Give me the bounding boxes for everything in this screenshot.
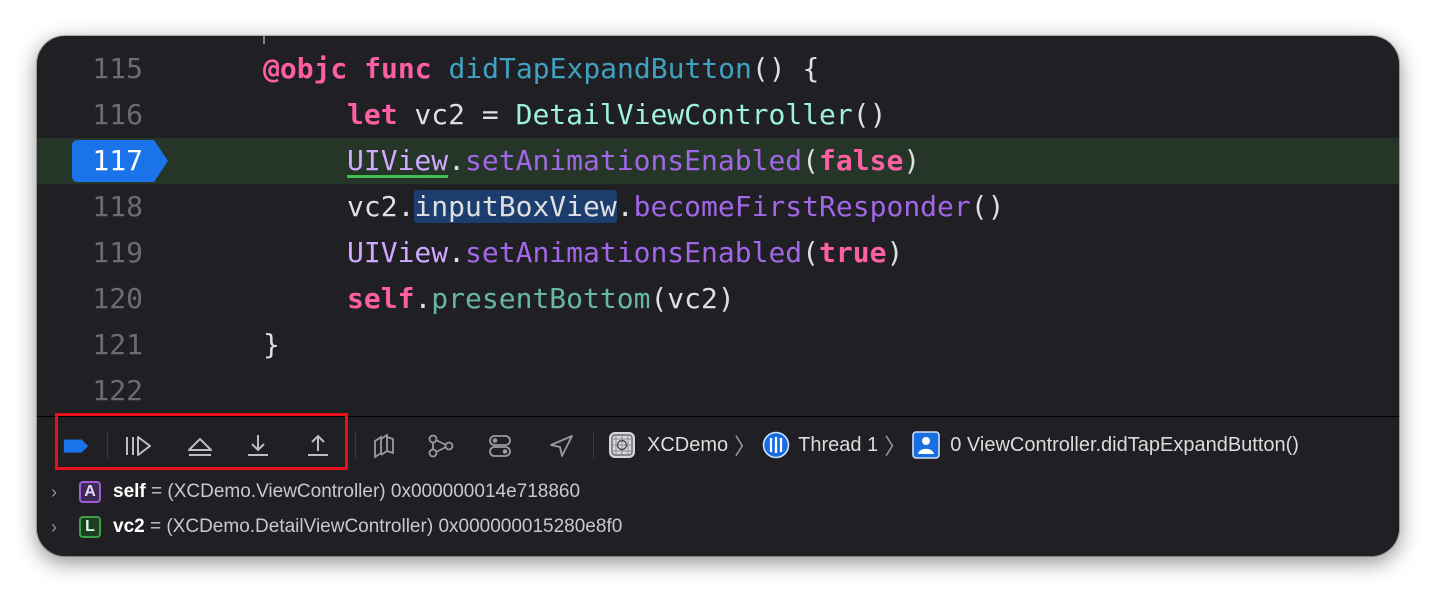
code-line[interactable]: 121} (37, 322, 1399, 368)
code-token: . (616, 190, 634, 223)
variable-type: = (XCDemo.DetailViewController) (144, 516, 439, 537)
line-number[interactable]: 115 (37, 46, 143, 92)
line-number[interactable]: 116 (37, 92, 143, 138)
line-number[interactable]: 121 (37, 322, 143, 368)
line-number[interactable]: 120 (37, 276, 143, 322)
source-editor[interactable]: 115 @objc func didTapExpandButton() { 116 l… (37, 36, 1399, 416)
app-icon (607, 430, 637, 460)
code-token: @objc (263, 52, 348, 85)
code-token: true (819, 236, 887, 269)
thread-icon (762, 431, 790, 459)
code-token: ( (802, 236, 820, 269)
code-text[interactable]: @objc func didTapExpandButton() { (263, 46, 819, 92)
code-token: () { (751, 52, 820, 85)
variable-kind-badge: L (79, 516, 101, 538)
code-token: () (970, 190, 1005, 223)
variable-description: self = (XCDemo.ViewController) 0x0000000… (113, 481, 580, 503)
line-number[interactable]: 117 (37, 138, 143, 184)
code-text[interactable]: let vc2 = DetailViewController() (347, 92, 886, 138)
code-token: ) (903, 144, 921, 177)
code-token: ) (886, 236, 904, 269)
stack-frame-icon (912, 431, 941, 459)
code-line[interactable]: 119 UIView.setAnimationsEnabled(true) (37, 230, 1399, 276)
location-icon (550, 435, 573, 457)
code-token: . (414, 282, 432, 315)
code-token: let (347, 98, 398, 131)
view-hierarchy-icon (374, 433, 394, 459)
toolbar-separator (355, 431, 356, 459)
code-text[interactable]: UIView.setAnimationsEnabled(false) (347, 138, 920, 184)
code-token: (vc2) (650, 282, 735, 315)
code-token: DetailViewController (515, 98, 853, 131)
indent-guide (263, 36, 265, 44)
variable-address: 0x000000015280e8f0 (438, 516, 623, 537)
line-number[interactable]: 118 (37, 184, 143, 230)
code-token: vc2 = (397, 98, 516, 131)
code-token: . (448, 144, 466, 177)
code-text[interactable]: UIView.setAnimationsEnabled(true) (347, 230, 903, 276)
chevron-right-icon: 〉 (734, 434, 757, 459)
disclosure-triangle-icon[interactable]: › (51, 482, 57, 503)
code-line[interactable]: 118 vc2.inputBoxView.becomeFirstResponder… (37, 184, 1399, 230)
variable-type: = (XCDemo.ViewController) (145, 481, 391, 502)
environment-overrides-icon (489, 435, 511, 457)
breadcrumb-thread[interactable]: Thread 1 (798, 434, 878, 457)
code-token: setAnimationsEnabled (465, 144, 803, 177)
code-text[interactable]: } (263, 322, 280, 368)
variable-row[interactable]: › Lvc2 = (XCDemo.DetailViewController) 0x… (37, 510, 1399, 544)
code-token: becomeFirstResponder (633, 190, 971, 223)
code-token: false (819, 144, 904, 177)
code-token: } (263, 328, 280, 361)
code-line[interactable]: 116 let vc2 = DetailViewController() (37, 92, 1399, 138)
simulate-location-button[interactable] (546, 431, 576, 461)
code-token: setAnimationsEnabled (465, 236, 803, 269)
current-code-line[interactable]: 117 UIView.setAnimationsEnabled(false) (37, 138, 1399, 184)
code-token: self (347, 282, 415, 315)
code-line[interactable]: 122 (37, 368, 1399, 414)
disclosure-triangle-icon[interactable]: › (51, 517, 57, 538)
code-token: ( (802, 144, 820, 177)
variable-name: self (113, 481, 146, 502)
breadcrumb-target[interactable]: XCDemo (647, 434, 728, 457)
code-token: UIView (347, 144, 449, 177)
variable-kind-badge: A (79, 481, 101, 503)
line-number[interactable]: 122 (37, 368, 143, 414)
chevron-right-icon: 〉 (884, 434, 907, 459)
variable-name: vc2 (113, 516, 145, 537)
code-token: inputBoxView (414, 190, 617, 223)
debug-view-hierarchy-button[interactable] (368, 431, 398, 461)
toolbar-separator (593, 431, 594, 459)
code-text[interactable]: vc2.inputBoxView.becomeFirstResponder() (347, 184, 1004, 230)
code-token: func (364, 52, 432, 85)
highlight-box (55, 413, 348, 470)
code-text[interactable]: self.presentBottom(vc2) (347, 276, 735, 322)
code-token: didTapExpandButton (448, 52, 752, 85)
variable-row[interactable]: › Aself = (XCDemo.ViewController) 0x00000… (37, 475, 1399, 509)
variables-view: › Aself = (XCDemo.ViewController) 0x00000… (37, 473, 1399, 556)
memory-graph-icon (428, 434, 454, 458)
environment-overrides-button[interactable] (485, 431, 515, 461)
code-line[interactable]: 115 @objc func didTapExpandButton() { (37, 46, 1399, 92)
line-number[interactable]: 119 (37, 230, 143, 276)
breadcrumb: XCDemo 〉 Thread 1 〉 0 ViewController.did… (607, 417, 1299, 473)
variable-address: 0x000000014e718860 (390, 481, 581, 502)
code-token: UIView (347, 236, 449, 269)
code-token: presentBottom (431, 282, 651, 315)
code-token: () (852, 98, 887, 131)
debug-memory-graph-button[interactable] (426, 431, 456, 461)
xcode-debug-window: 115 @objc func didTapExpandButton() { 116 l… (37, 36, 1399, 556)
variable-description: vc2 = (XCDemo.DetailViewController) 0x00… (113, 516, 622, 538)
code-token: vc2. (347, 190, 415, 223)
code-line[interactable]: 120 self.presentBottom(vc2) (37, 276, 1399, 322)
code-token: . (448, 236, 466, 269)
breadcrumb-frame[interactable]: 0 ViewController.didTapExpandButton() (950, 434, 1299, 457)
